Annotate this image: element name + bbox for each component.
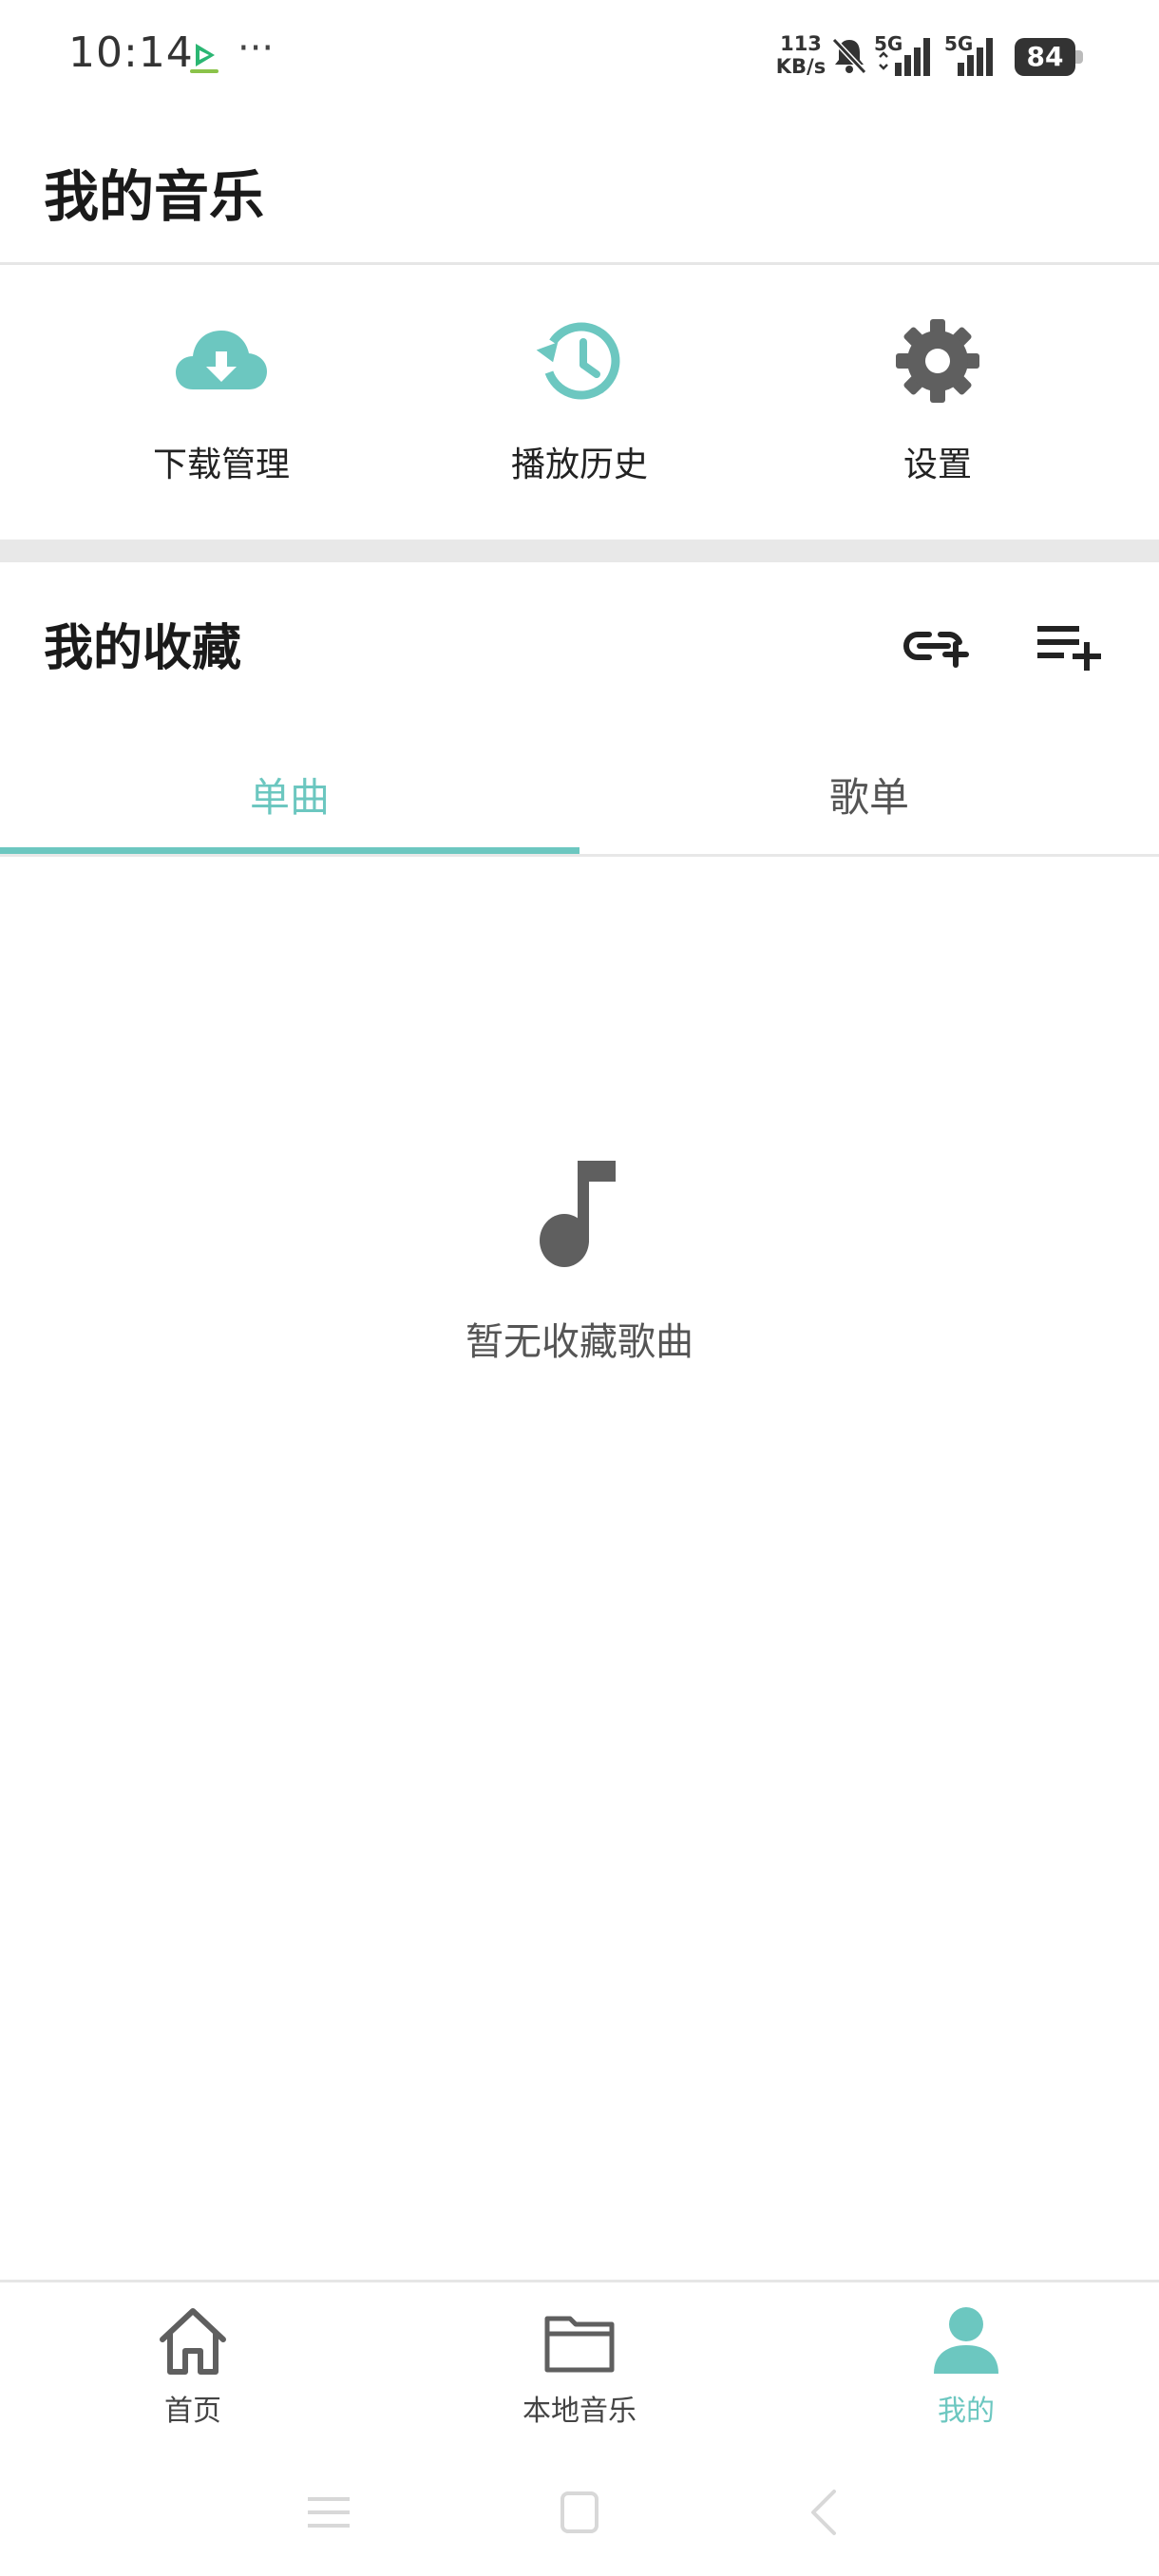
favorites-title: 我的收藏 [44, 620, 242, 677]
battery-indicator: 84 [1015, 38, 1083, 76]
nav-label-mine: 我的 [938, 2395, 995, 2428]
settings-label: 设置 [902, 445, 972, 484]
add-link-button[interactable] [897, 608, 973, 684]
playlist-add-icon [1037, 626, 1101, 671]
status-bar: 10:14 ··· 113 KB/s 5G 5G 84 [0, 0, 1159, 114]
signal-bars-icon [958, 38, 993, 76]
menu-icon[interactable] [300, 2484, 357, 2541]
person-icon [934, 2307, 998, 2374]
more-notifications-icon: ··· [238, 27, 275, 70]
tab-songs[interactable]: 单曲 [0, 750, 580, 845]
home-button-icon[interactable] [551, 2484, 608, 2541]
tab-playlists[interactable]: 歌单 [580, 750, 1159, 845]
play-history-button[interactable]: 播放历史 [437, 313, 722, 503]
play-history-label: 播放历史 [510, 445, 648, 484]
settings-button[interactable]: 设置 [795, 313, 1080, 503]
cloud-download-icon [176, 331, 267, 389]
music-note-icon [540, 1161, 616, 1267]
tab-bar-divider [0, 854, 1159, 857]
signal-bars-icon [879, 38, 930, 76]
tab-active-indicator [0, 847, 580, 854]
status-time: 10:14 [68, 28, 194, 77]
add-playlist-button[interactable] [1032, 608, 1108, 684]
home-icon [160, 2308, 226, 2375]
download-manager-label: 下载管理 [152, 445, 290, 484]
folder-icon [544, 2316, 615, 2373]
bottom-nav-divider [0, 2280, 1159, 2282]
signal-strength-1: 5G [872, 32, 939, 80]
nav-item-local-music[interactable]: 本地音乐 [437, 2303, 722, 2436]
nav-label-home: 首页 [164, 2395, 221, 2428]
nav-label-local-music: 本地音乐 [522, 2395, 636, 2428]
link-add-icon [903, 632, 969, 668]
empty-state-text: 暂无收藏歌曲 [466, 1320, 694, 1364]
bell-muted-icon [831, 37, 867, 75]
history-icon [536, 322, 620, 400]
download-manager-button[interactable]: 下载管理 [79, 313, 364, 503]
network-speed: 113 KB/s [775, 32, 826, 78]
signal-strength-2: 5G [942, 32, 1005, 80]
nav-item-home[interactable]: 首页 [50, 2303, 335, 2436]
section-divider [0, 540, 1159, 562]
nav-item-mine[interactable]: 我的 [824, 2303, 1109, 2436]
app-notification-icon [190, 44, 218, 73]
header-divider [0, 262, 1159, 265]
back-icon[interactable] [796, 2484, 853, 2541]
page-title: 我的音乐 [44, 164, 265, 229]
gear-icon [896, 319, 979, 403]
